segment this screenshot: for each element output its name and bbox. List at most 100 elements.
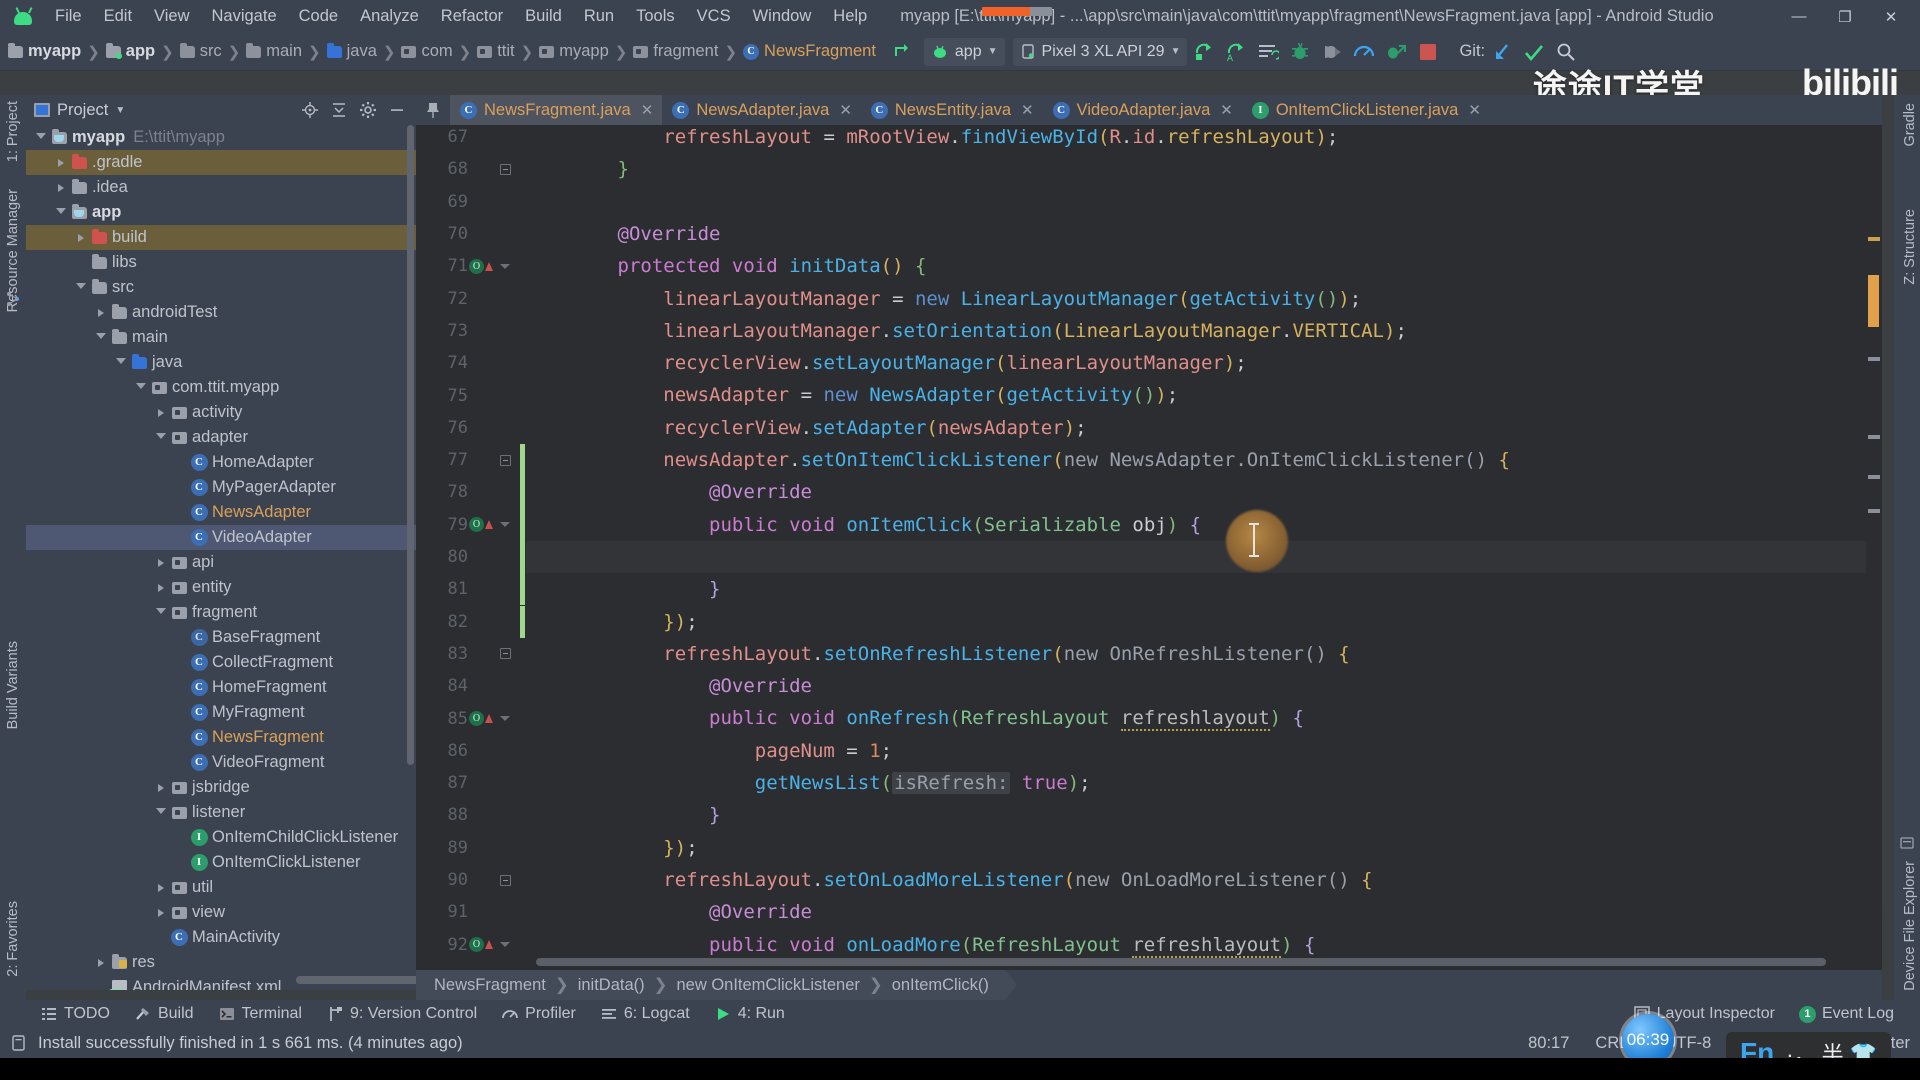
gutter-line[interactable]: 70 xyxy=(416,218,526,250)
stripe-button-project[interactable]: 1: Project xyxy=(0,95,26,168)
chevron-right-icon[interactable] xyxy=(152,908,170,917)
tree-item-basefragment[interactable]: C BaseFragment xyxy=(26,625,416,650)
close-icon[interactable]: ✕ xyxy=(1468,101,1481,119)
tool-window-event-log[interactable]: 1 Event Log xyxy=(1787,1002,1906,1026)
device-file-explorer-folder-icon[interactable] xyxy=(1899,835,1915,851)
menu-build[interactable]: Build xyxy=(514,3,573,30)
minimize-button[interactable]: — xyxy=(1776,0,1822,33)
tree-item--idea[interactable]: .idea xyxy=(26,175,416,200)
tree-item-collectfragment[interactable]: C CollectFragment xyxy=(26,650,416,675)
editor-hscrollbar[interactable] xyxy=(536,958,1826,966)
close-icon[interactable]: ✕ xyxy=(1220,101,1233,119)
menu-run[interactable]: Run xyxy=(573,3,625,30)
fold-region-toggle[interactable] xyxy=(494,263,516,269)
menu-code[interactable]: Code xyxy=(288,3,349,30)
gutter-line[interactable]: 87 xyxy=(416,767,526,799)
chevron-down-icon[interactable] xyxy=(92,332,110,343)
gutter-line[interactable]: 86 xyxy=(416,735,526,767)
fold-chevron-icon[interactable] xyxy=(500,522,510,528)
fold-chevron-icon[interactable] xyxy=(500,942,510,948)
breadcrumb-item-fragment[interactable]: fragment xyxy=(633,42,718,61)
notification-icon[interactable] xyxy=(10,1034,28,1052)
chevron-down-icon[interactable] xyxy=(72,282,90,293)
tree-item-api[interactable]: api xyxy=(26,550,416,575)
editor-tab-newsadapter[interactable]: C NewsAdapter.java ✕ xyxy=(662,95,861,125)
chevron-right-icon[interactable] xyxy=(52,158,70,167)
override-method-icon[interactable]: O xyxy=(469,258,484,274)
tree-item-myapp[interactable]: myapp E:\ttit\myapp xyxy=(26,125,416,150)
tree-item-com-ttit-myapp[interactable]: com.ttit.myapp xyxy=(26,375,416,400)
gutter-line[interactable]: 80 xyxy=(416,541,526,573)
stop-button[interactable] xyxy=(1413,38,1443,66)
tree-item-util[interactable]: util xyxy=(26,875,416,900)
menu-refactor[interactable]: Refactor xyxy=(430,3,514,30)
settings-gear-icon[interactable] xyxy=(355,98,381,122)
tool-window-version-control[interactable]: 9: Version Control xyxy=(314,1002,489,1026)
tree-item-mainactivity[interactable]: C MainActivity xyxy=(26,925,416,950)
menu-navigate[interactable]: Navigate xyxy=(201,3,288,30)
editor-tab-onitemclicklistener[interactable]: I OnItemClickListener.java ✕ xyxy=(1242,95,1490,125)
tool-window-todo[interactable]: TODO xyxy=(28,1002,122,1026)
fold-collapse-icon[interactable] xyxy=(499,874,511,886)
maximize-button[interactable]: ❐ xyxy=(1822,0,1868,33)
apply-changes-icon[interactable] xyxy=(1189,38,1219,66)
tree-item-homeadapter[interactable]: C HomeAdapter xyxy=(26,450,416,475)
close-icon[interactable]: ✕ xyxy=(1021,101,1034,119)
chevron-down-icon[interactable] xyxy=(152,807,170,818)
gutter-line[interactable]: 75 xyxy=(416,379,526,411)
tree-item-activity[interactable]: activity xyxy=(26,400,416,425)
vcs-change-marker[interactable] xyxy=(520,508,525,541)
tree-item-newsadapter[interactable]: C NewsAdapter xyxy=(26,500,416,525)
gutter-line[interactable]: 71 O xyxy=(416,250,526,282)
tool-window-logcat[interactable]: 6: Logcat xyxy=(588,1002,702,1026)
fold-region-toggle[interactable] xyxy=(494,163,516,175)
structure-nodes-icon[interactable] xyxy=(5,291,21,307)
stripe-button-gradle[interactable]: Gradle xyxy=(1897,97,1920,153)
locate-icon[interactable] xyxy=(297,98,323,122)
menu-edit[interactable]: Edit xyxy=(93,3,143,30)
tree-item--gradle[interactable]: .gradle xyxy=(26,150,416,175)
fold-region-toggle[interactable] xyxy=(494,648,516,660)
run-configuration-selector[interactable]: app ▼ xyxy=(923,37,1005,66)
run-coverage-icon[interactable] xyxy=(1381,38,1411,66)
breadcrumb-item-ttit[interactable]: ttit xyxy=(477,42,515,61)
tree-item-java[interactable]: java xyxy=(26,350,416,375)
tree-item-res[interactable]: res xyxy=(26,950,416,975)
chevron-right-icon[interactable] xyxy=(152,558,170,567)
tree-item-fragment[interactable]: fragment xyxy=(26,600,416,625)
tree-item-adapter[interactable]: adapter xyxy=(26,425,416,450)
chevron-down-icon[interactable] xyxy=(52,207,70,218)
tree-item-app[interactable]: app xyxy=(26,200,416,225)
editor-tab-newsfragment[interactable]: C NewsFragment.java ✕ xyxy=(450,95,663,125)
menu-window[interactable]: Window xyxy=(742,3,823,30)
chevron-right-icon[interactable] xyxy=(72,233,90,242)
close-icon[interactable]: ✕ xyxy=(839,101,852,119)
fold-chevron-icon[interactable] xyxy=(500,716,510,722)
menu-view[interactable]: View xyxy=(143,3,200,30)
chevron-right-icon[interactable] xyxy=(152,883,170,892)
fold-region-toggle[interactable] xyxy=(494,454,516,466)
stripe-button-build-variants[interactable]: Build Variants xyxy=(0,635,26,735)
override-method-icon[interactable]: O xyxy=(469,937,484,953)
tree-item-onitemchildclicklistener[interactable]: I OnItemChildClickListener xyxy=(26,825,416,850)
gutter-line[interactable]: 77 xyxy=(416,444,526,476)
vcs-change-marker[interactable] xyxy=(520,605,525,638)
override-method-icon[interactable]: O xyxy=(469,517,484,533)
fold-region-toggle[interactable] xyxy=(494,716,516,722)
device-selector[interactable]: Pixel 3 XL API 29 ▼ xyxy=(1012,37,1188,66)
gutter-line[interactable]: 68 xyxy=(416,153,526,185)
gutter-line[interactable]: 82 xyxy=(416,606,526,638)
gutter-line[interactable]: 85 O xyxy=(416,702,526,734)
apply-code-changes-icon[interactable]: A xyxy=(1221,38,1251,66)
project-tree-hscrollbar[interactable] xyxy=(296,976,416,984)
stripe-button-device-file-explorer[interactable]: Device File Explorer xyxy=(1897,855,1920,997)
gutter-line[interactable]: 81 xyxy=(416,573,526,605)
code-restart-icon[interactable] xyxy=(1253,38,1283,66)
editor-breadcrumb-anon[interactable]: new OnItemClickListener xyxy=(676,976,859,995)
tree-item-homefragment[interactable]: C HomeFragment xyxy=(26,675,416,700)
fold-chevron-icon[interactable] xyxy=(500,263,510,269)
fold-region-toggle[interactable] xyxy=(494,942,516,948)
chevron-right-icon[interactable] xyxy=(52,183,70,192)
vcs-change-marker[interactable] xyxy=(520,573,525,606)
gutter-line[interactable]: 88 xyxy=(416,799,526,831)
